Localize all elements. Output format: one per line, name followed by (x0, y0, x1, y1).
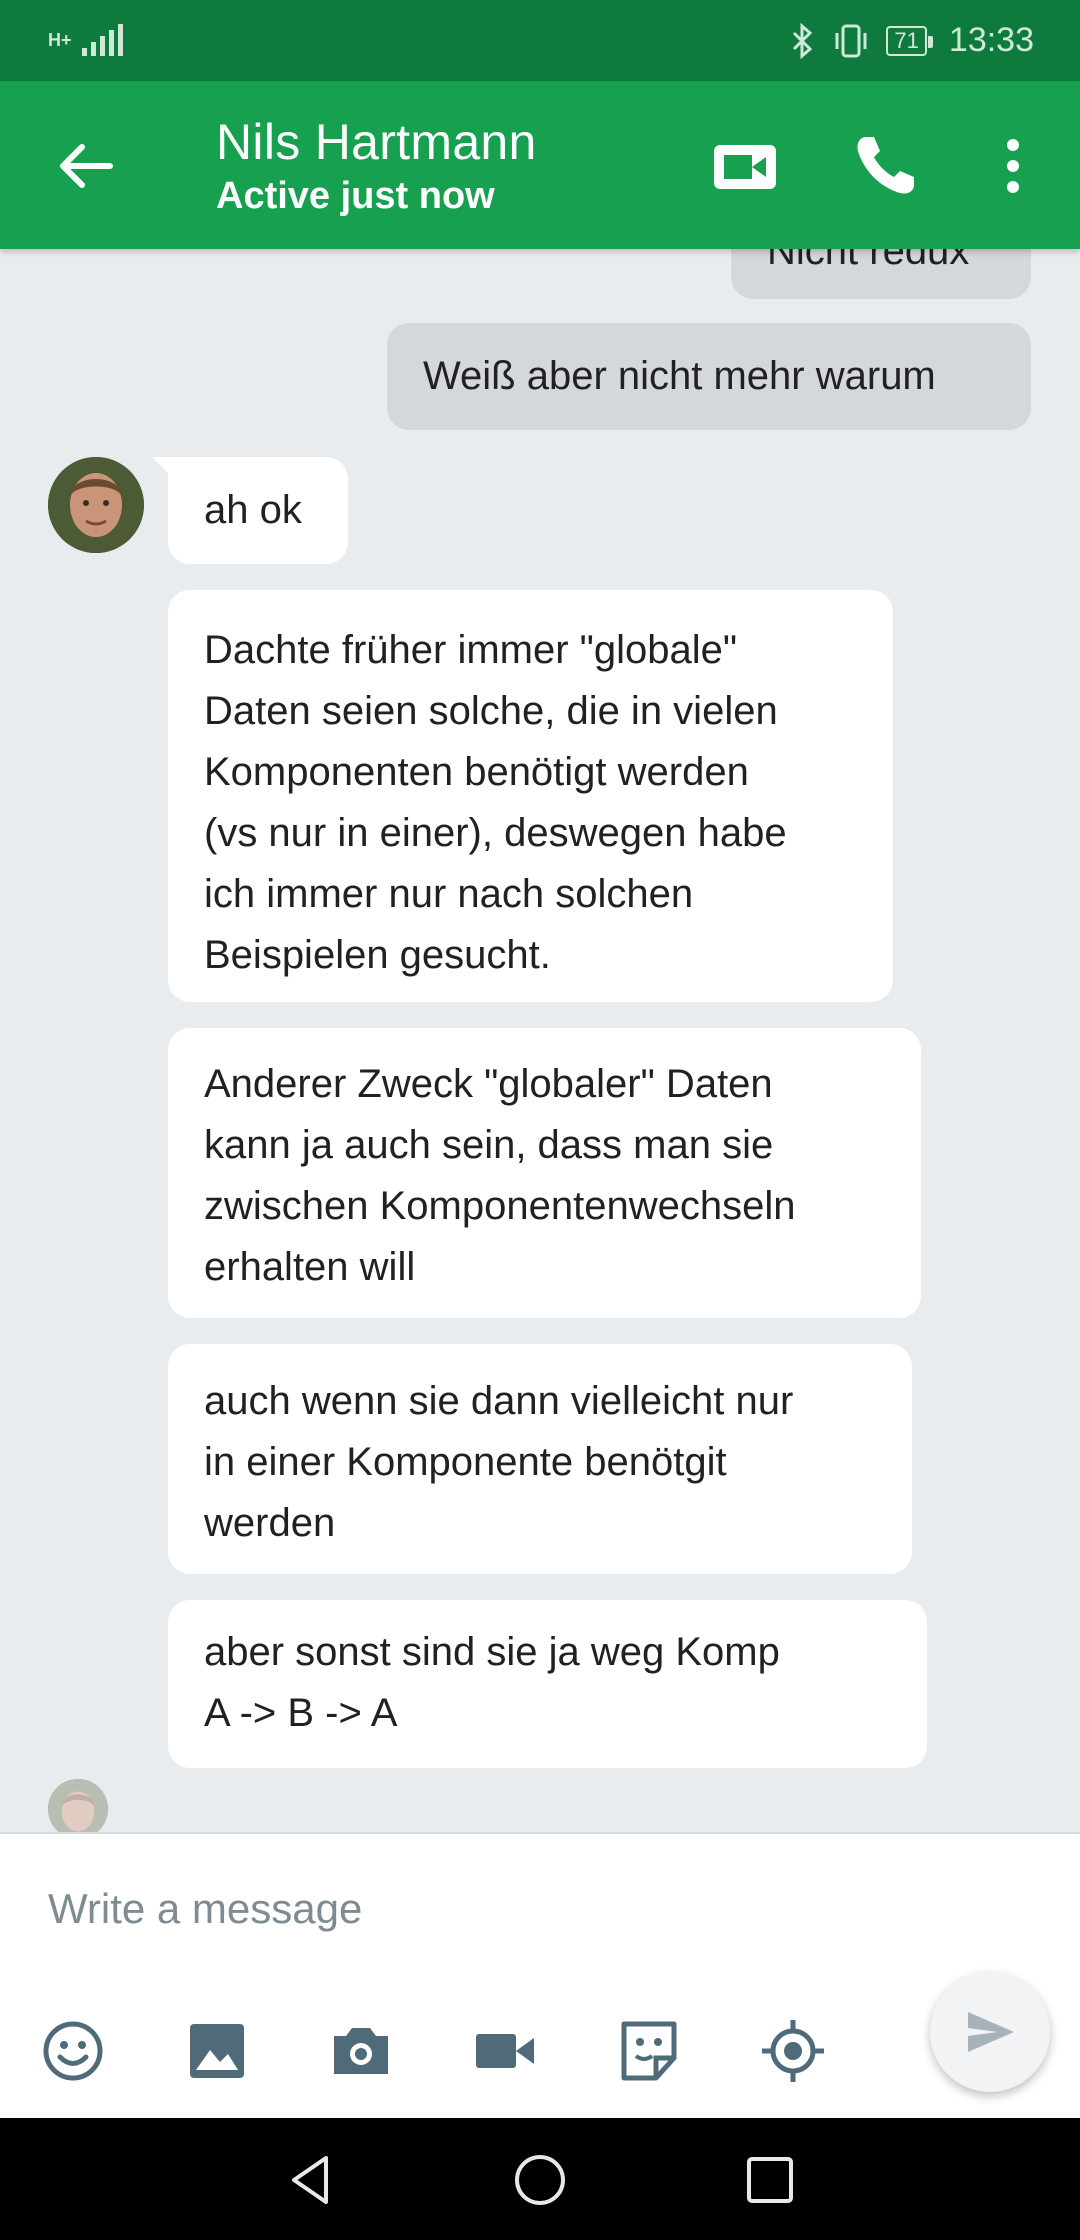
composer (0, 1832, 1080, 2118)
message-line: kann ja auch sein, dass man sie (204, 1123, 774, 1167)
message-input[interactable] (48, 1874, 888, 1944)
message-line: Komponenten benötigt werden (204, 750, 749, 794)
video-call-icon[interactable] (712, 133, 778, 199)
avatar[interactable] (48, 457, 144, 553)
conversation-title[interactable]: Nils Hartmann Active just now (216, 113, 537, 218)
contact-status: Active just now (216, 175, 495, 217)
contact-name: Nils Hartmann (216, 114, 537, 170)
incoming-message[interactable]: auch wenn sie dann vielleicht nur in ein… (168, 1344, 912, 1574)
camera-icon[interactable] (326, 2016, 396, 2086)
system-nav-bar (0, 2118, 1080, 2240)
message-text: Nicht redux (767, 249, 970, 273)
nav-back-icon[interactable] (280, 2150, 340, 2210)
bluetooth-icon (793, 22, 813, 59)
outgoing-message[interactable]: Weiß aber nicht mehr warum (387, 323, 1031, 430)
message-line: Daten seien solche, die in vielen (204, 689, 778, 733)
signal-icon (81, 23, 123, 56)
incoming-message[interactable]: ah ok (168, 457, 348, 564)
message-line: Beispielen gesucht. (204, 933, 551, 977)
signal-indicator: H+ (48, 23, 126, 58)
message-text: ah ok (204, 488, 302, 532)
message-line: Anderer Zweck "globaler" Daten (204, 1062, 773, 1106)
incoming-message[interactable]: Dachte früher immer "globale" Daten seie… (168, 590, 893, 1002)
battery-indicator: 71 (886, 25, 934, 56)
message-line: (vs nur in einer), deswegen habe (204, 811, 787, 855)
avatar-image (48, 457, 144, 553)
message-list[interactable]: Nicht redux Weiß aber nicht mehr warum a… (0, 249, 1080, 1832)
video-icon[interactable] (470, 2016, 540, 2086)
nav-home-icon[interactable] (510, 2150, 570, 2210)
message-text: Weiß aber nicht mehr warum (423, 354, 936, 398)
vibrate-icon (835, 24, 867, 57)
incoming-message[interactable]: aber sonst sind sie ja weg Komp A -> B -… (168, 1600, 927, 1768)
emoji-icon[interactable] (38, 2016, 108, 2086)
incoming-message[interactable]: Anderer Zweck "globaler" Daten kann ja a… (168, 1028, 921, 1318)
message-line: erhalten will (204, 1245, 416, 1289)
message-line: ich immer nur nach solchen (204, 872, 694, 916)
avatar-image (48, 1779, 108, 1832)
send-button[interactable] (930, 1972, 1050, 2092)
nav-recents-icon[interactable] (740, 2150, 800, 2210)
message-line: auch wenn sie dann vielleicht nur (204, 1379, 794, 1423)
message-line: in einer Komponente benötgit (204, 1440, 727, 1484)
network-type: H+ (48, 30, 72, 50)
arrow-back-icon[interactable] (50, 131, 120, 201)
status-bar: H+ 71 13:33 (0, 0, 1080, 81)
more-vert-icon[interactable] (990, 131, 1036, 201)
send-icon (968, 2012, 1014, 2052)
read-receipt-avatar (48, 1779, 108, 1832)
phone-icon[interactable] (850, 131, 920, 201)
message-line: Dachte früher immer "globale" (204, 628, 738, 672)
app-bar: Nils Hartmann Active just now (0, 81, 1080, 249)
image-icon[interactable] (182, 2016, 252, 2086)
message-line: zwischen Komponentenwechseln (204, 1184, 796, 1228)
location-icon[interactable] (758, 2016, 828, 2086)
clock: 13:33 (948, 21, 1034, 59)
sticker-icon[interactable] (614, 2016, 684, 2086)
message-line: A -> B -> A (204, 1691, 398, 1735)
message-line: werden (204, 1501, 336, 1545)
message-line: aber sonst sind sie ja weg Komp (204, 1630, 780, 1674)
outgoing-message[interactable]: Nicht redux (731, 249, 1031, 299)
status-right: 71 13:33 (790, 21, 1034, 60)
